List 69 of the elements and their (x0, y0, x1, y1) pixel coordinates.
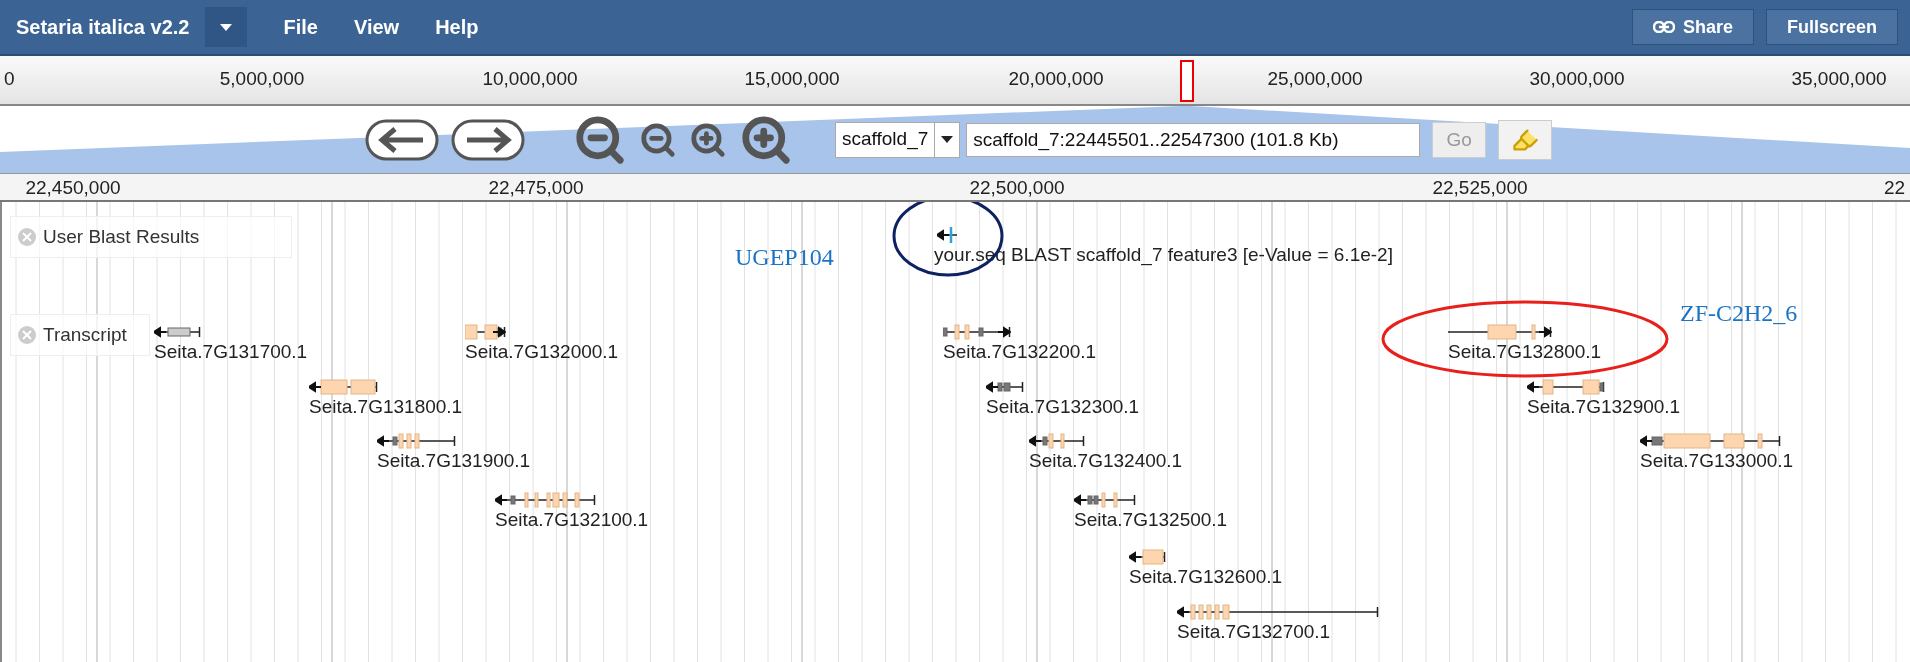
transcript-label: Seita.7G132400.1 (1029, 450, 1183, 472)
zoom-out-icon (639, 120, 677, 159)
transcript-label: Seita.7G133000.1 (1640, 450, 1794, 472)
ruler-tick-label: 30,000,000 (1529, 68, 1625, 90)
menu-item[interactable]: View (335, 7, 418, 47)
ruler-tick-label: 15,000,000 (744, 68, 840, 90)
pan-left-button[interactable] (365, 118, 439, 161)
transcript-label: Seita.7G132900.1 (1527, 396, 1681, 418)
gene-model-drawing[interactable] (1527, 378, 1605, 396)
transcript-label: Seita.7G132000.1 (465, 341, 619, 363)
transcript-label: Seita.7G132500.1 (1074, 509, 1228, 531)
gene-model-drawing[interactable] (986, 378, 1024, 396)
ruler-tick-label: 5,000,000 (219, 68, 305, 90)
transcript-label: Seita.7G131700.1 (154, 341, 308, 363)
ruler-tick-label: 22,525,000 (1432, 177, 1528, 199)
annotation-label: UGEP104 (735, 244, 834, 271)
annotation-label: ZF-C2H2_6 (1680, 300, 1798, 327)
menu-item[interactable]: File (265, 7, 336, 47)
caret-icon (941, 136, 954, 143)
transcript-label: Seita.7G132300.1 (986, 396, 1140, 418)
blast-hit-drawing[interactable] (937, 226, 958, 244)
view-region-marker[interactable] (1180, 60, 1194, 102)
transcript-label: Seita.7G132700.1 (1177, 621, 1331, 643)
dataset-dropdown-button[interactable] (205, 7, 248, 47)
ruler-tick-label: 10,000,000 (482, 68, 578, 90)
ruler-tick-label: 22,475,000 (488, 177, 584, 199)
location-field[interactable]: scaffold_7:22445501..22547300 (101.8 Kb) (966, 122, 1421, 157)
zoom-out-button[interactable] (639, 120, 677, 159)
gene-model-drawing[interactable] (309, 378, 378, 396)
share-button[interactable]: Share (1631, 9, 1754, 45)
gene-model-drawing[interactable] (1177, 603, 1379, 621)
reference-select[interactable]: scaffold_7 (835, 121, 961, 158)
gene-model-drawing[interactable] (1129, 548, 1166, 566)
gene-model-drawing[interactable] (1448, 323, 1552, 341)
transcript-label: Seita.7G131800.1 (309, 396, 463, 418)
ruler-tick-label: 35,000,000 (1791, 68, 1887, 90)
ruler-tick-label: 22,500,000 (969, 177, 1065, 199)
gene-model-drawing[interactable] (1640, 432, 1781, 450)
ruler-tick-label: 0 (4, 68, 15, 90)
gene-model-drawing[interactable] (943, 323, 1011, 341)
gene-model-drawing[interactable] (154, 323, 201, 341)
transcript-label: Seita.7G132100.1 (495, 509, 649, 531)
transcript-label: Seita.7G131900.1 (377, 450, 531, 472)
toolbar-button[interactable]: Fullscreen (1765, 9, 1898, 45)
menu-item[interactable]: Help (417, 7, 497, 47)
app-title: Setaria italica v2.2 (16, 15, 190, 39)
reference-value: scaffold_7 (836, 122, 936, 157)
ruler-tick-label: 22 (1884, 177, 1906, 199)
gene-model-drawing[interactable] (377, 432, 456, 450)
transcript-label: Seita.7G132200.1 (943, 341, 1097, 363)
track-name: User Blast Results (43, 226, 200, 248)
link-icon (1652, 21, 1675, 33)
track-label[interactable]: User Blast Results (10, 216, 292, 258)
track-name: Transcript (43, 324, 127, 346)
gene-model-drawing[interactable] (1074, 491, 1136, 509)
gene-model-drawing[interactable] (1029, 432, 1085, 450)
overview-ruler[interactable]: 0 5,000,000 10,000,000 15,000,000 20,000,000 25,000,000 30,000,000 35,000,000 (0, 56, 1910, 106)
transcript-label: Seita.7G132800.1 (1448, 341, 1602, 363)
gene-model-drawing[interactable] (465, 323, 506, 341)
ruler-tick-label: 25,000,000 (1267, 68, 1363, 90)
zoom-in-icon (689, 120, 727, 159)
caret-icon (220, 23, 233, 31)
transcript-label: Seita.7G132600.1 (1129, 566, 1283, 588)
ruler-tick-label: 20,000,000 (1008, 68, 1104, 90)
pan-right-button[interactable] (451, 118, 525, 161)
track-label[interactable]: Transcript (10, 314, 150, 356)
zoom-in-button[interactable] (689, 120, 727, 159)
gene-model-drawing[interactable] (495, 491, 596, 509)
ruler-tick-label: 22,450,000 (25, 177, 121, 199)
